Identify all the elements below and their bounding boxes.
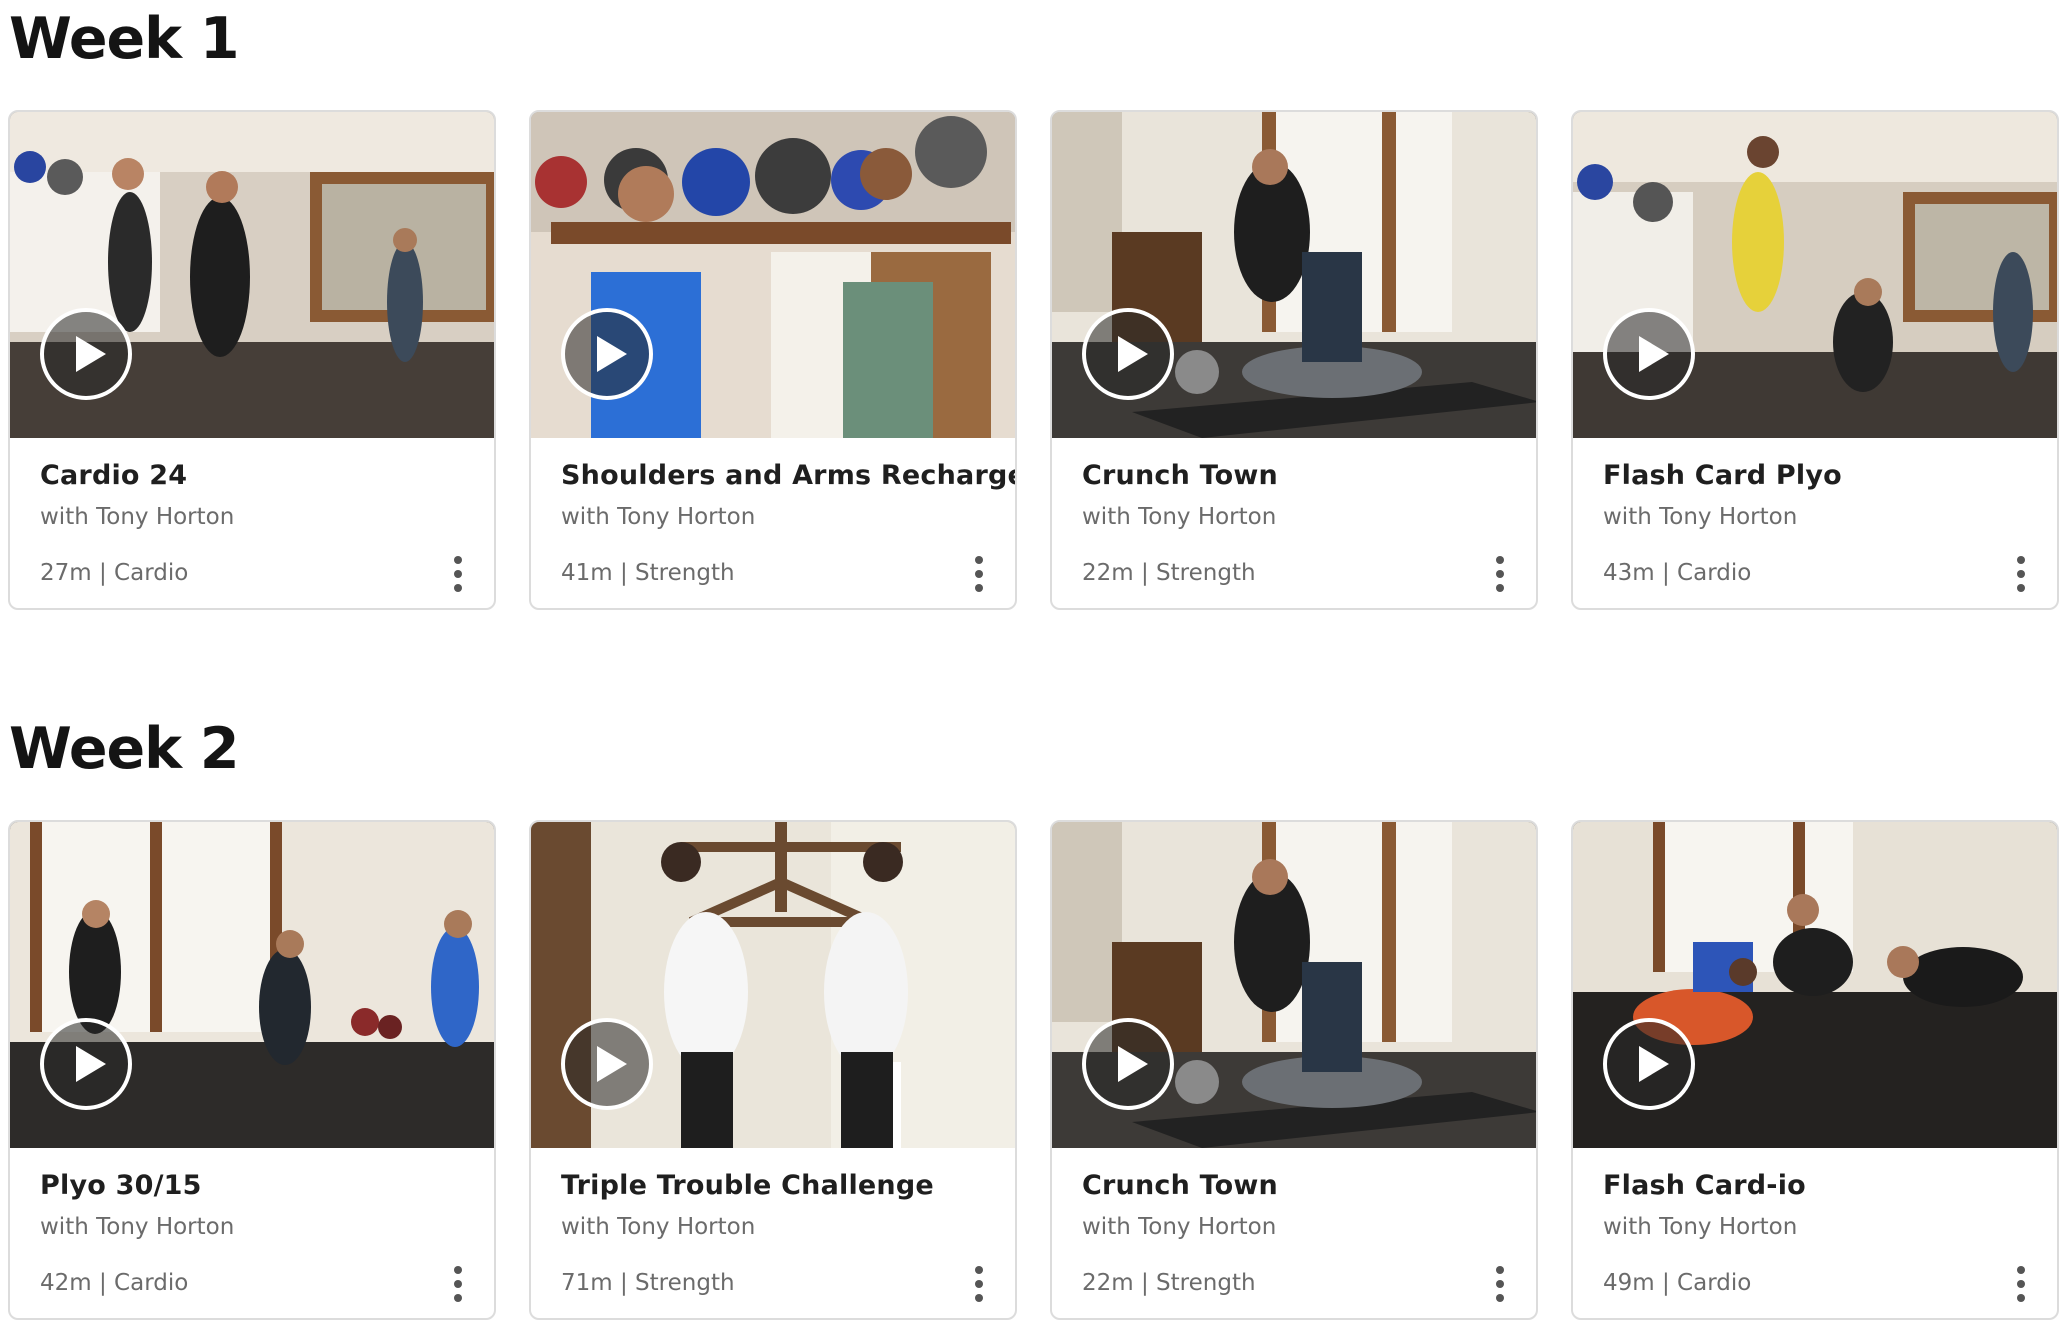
- more-options-button[interactable]: [1484, 1262, 1516, 1306]
- workout-title: Crunch Town: [1082, 460, 1278, 491]
- play-button[interactable]: [1603, 1018, 1695, 1110]
- more-options-button[interactable]: [442, 1262, 474, 1306]
- play-button[interactable]: [1603, 308, 1695, 400]
- workout-card[interactable]: Flash Card-io with Tony Horton 49m | Car…: [1571, 820, 2059, 1320]
- workout-title: Cardio 24: [40, 460, 188, 491]
- play-icon: [76, 1046, 106, 1082]
- workout-instructor: with Tony Horton: [1082, 504, 1277, 530]
- workout-card[interactable]: Plyo 30/15 with Tony Horton 42m | Cardio: [8, 820, 496, 1320]
- workout-thumbnail[interactable]: [1052, 822, 1536, 1148]
- play-button[interactable]: [561, 308, 653, 400]
- workout-card[interactable]: Crunch Town with Tony Horton 22m | Stren…: [1050, 110, 1538, 610]
- workout-instructor: with Tony Horton: [561, 504, 756, 530]
- play-button[interactable]: [561, 1018, 653, 1110]
- workout-meta: 22m | Strength: [1082, 560, 1256, 586]
- week-title: Week 2: [9, 716, 240, 782]
- workout-meta: 27m | Cardio: [40, 560, 189, 586]
- workout-thumbnail[interactable]: [10, 822, 494, 1148]
- play-icon: [597, 336, 627, 372]
- workout-meta: 71m | Strength: [561, 1270, 735, 1296]
- workout-instructor: with Tony Horton: [1603, 504, 1798, 530]
- more-options-button[interactable]: [963, 552, 995, 596]
- play-button[interactable]: [1082, 308, 1174, 400]
- workout-meta: 42m | Cardio: [40, 1270, 189, 1296]
- workout-card[interactable]: Flash Card Plyo with Tony Horton 43m | C…: [1571, 110, 2059, 610]
- more-options-button[interactable]: [963, 1262, 995, 1306]
- workout-row: Cardio 24 with Tony Horton 27m | Cardio: [8, 110, 2060, 610]
- workout-title: Flash Card-io: [1603, 1170, 1806, 1201]
- workout-instructor: with Tony Horton: [40, 504, 235, 530]
- workout-card[interactable]: Shoulders and Arms Recharge with Tony Ho…: [529, 110, 1017, 610]
- more-options-button[interactable]: [442, 552, 474, 596]
- workout-instructor: with Tony Horton: [40, 1214, 235, 1240]
- week-title: Week 1: [9, 6, 240, 72]
- more-options-button[interactable]: [2005, 1262, 2037, 1306]
- workout-instructor: with Tony Horton: [561, 1214, 756, 1240]
- workout-title: Crunch Town: [1082, 1170, 1278, 1201]
- play-icon: [597, 1046, 627, 1082]
- workout-card[interactable]: Triple Trouble Challenge with Tony Horto…: [529, 820, 1017, 1320]
- play-icon: [76, 336, 106, 372]
- workout-title: Triple Trouble Challenge: [561, 1170, 934, 1201]
- workout-thumbnail[interactable]: [531, 822, 1015, 1148]
- workout-row: Plyo 30/15 with Tony Horton 42m | Cardio: [8, 820, 2060, 1320]
- workout-thumbnail[interactable]: [531, 112, 1015, 438]
- play-button[interactable]: [1082, 1018, 1174, 1110]
- workout-thumbnail[interactable]: [10, 112, 494, 438]
- workout-title: Shoulders and Arms Recharge: [561, 460, 1017, 491]
- play-icon: [1639, 336, 1669, 372]
- workout-meta: 43m | Cardio: [1603, 560, 1752, 586]
- workout-instructor: with Tony Horton: [1603, 1214, 1798, 1240]
- more-options-button[interactable]: [2005, 552, 2037, 596]
- workout-meta: 49m | Cardio: [1603, 1270, 1752, 1296]
- workout-meta: 22m | Strength: [1082, 1270, 1256, 1296]
- play-icon: [1118, 1046, 1148, 1082]
- more-options-button[interactable]: [1484, 552, 1516, 596]
- workout-thumbnail[interactable]: [1573, 112, 2057, 438]
- play-button[interactable]: [40, 308, 132, 400]
- play-button[interactable]: [40, 1018, 132, 1110]
- workout-thumbnail[interactable]: [1052, 112, 1536, 438]
- play-icon: [1639, 1046, 1669, 1082]
- workout-title: Plyo 30/15: [40, 1170, 202, 1201]
- workout-card[interactable]: Crunch Town with Tony Horton 22m | Stren…: [1050, 820, 1538, 1320]
- workout-title: Flash Card Plyo: [1603, 460, 1842, 491]
- workout-card[interactable]: Cardio 24 with Tony Horton 27m | Cardio: [8, 110, 496, 610]
- workout-meta: 41m | Strength: [561, 560, 735, 586]
- workout-thumbnail[interactable]: [1573, 822, 2057, 1148]
- workout-instructor: with Tony Horton: [1082, 1214, 1277, 1240]
- play-icon: [1118, 336, 1148, 372]
